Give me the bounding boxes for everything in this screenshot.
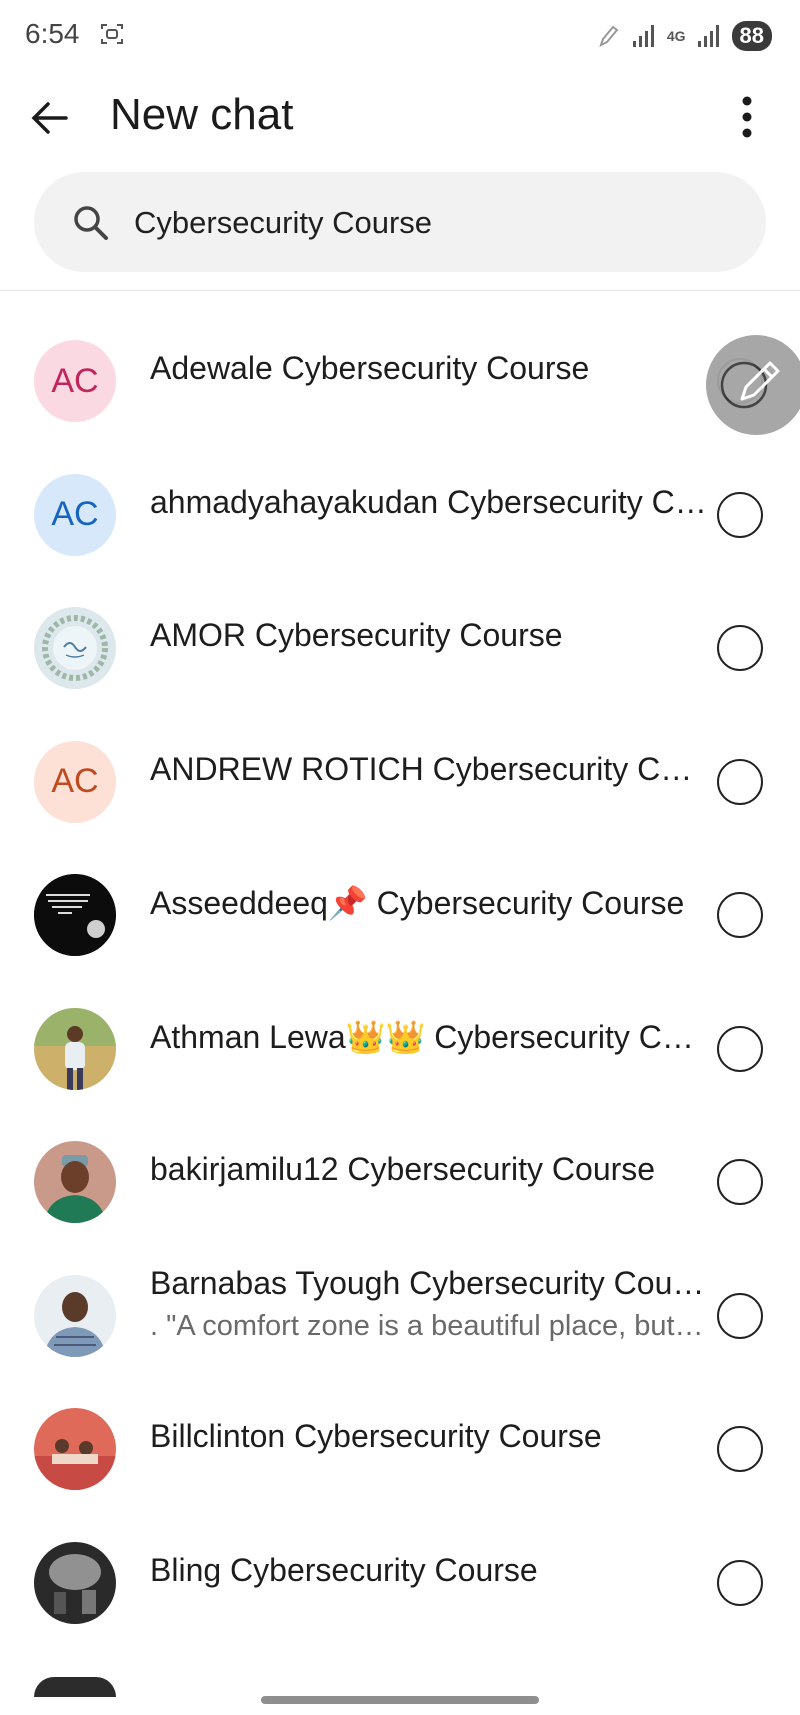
person-cap-photo-avatar bbox=[34, 1141, 116, 1223]
contact-row[interactable]: Asseeddeeq📌 Cybersecurity Course bbox=[0, 834, 800, 968]
back-arrow-icon[interactable] bbox=[26, 92, 78, 144]
avatar-initials: AC bbox=[51, 762, 99, 800]
person-field-photo-avatar bbox=[34, 1007, 116, 1090]
person-photo-icon bbox=[34, 1007, 116, 1090]
search-input[interactable] bbox=[134, 203, 724, 243]
contact-name: ahmadyahayakudan Cybersecurity Course bbox=[150, 483, 710, 520]
contact-name: Athman Lewa👑👑 Cybersecurity Course bbox=[150, 1018, 710, 1055]
select-radio[interactable] bbox=[717, 625, 763, 671]
select-radio[interactable] bbox=[717, 1159, 763, 1205]
contact-row[interactable]: Barnabas Tyough Cybersecurity Course . "… bbox=[0, 1235, 800, 1369]
search-bar[interactable] bbox=[34, 172, 766, 272]
divider bbox=[0, 290, 800, 291]
pencil-icon bbox=[720, 361, 780, 409]
contact-row[interactable]: Athman Lewa👑👑 Cybersecurity Course bbox=[0, 968, 800, 1102]
compose-fab[interactable] bbox=[706, 335, 800, 435]
contact-name: AMOR Cybersecurity Course bbox=[150, 617, 563, 653]
avatar: AC bbox=[34, 473, 116, 556]
floral-wreath-photo-avatar bbox=[34, 607, 116, 689]
contact-row[interactable]: AMOR Cybersecurity Course bbox=[0, 567, 800, 701]
contact-name: Bling Cybersecurity Course bbox=[150, 1551, 538, 1588]
select-radio[interactable] bbox=[717, 1559, 763, 1606]
contact-row[interactable]: Bling Cybersecurity Course bbox=[0, 1502, 800, 1636]
quote-photo-avatar bbox=[34, 874, 116, 956]
screenshot-icon bbox=[101, 24, 123, 44]
contact-status: . "A comfort zone is a beautiful place, … bbox=[150, 1309, 710, 1342]
person-photo-avatar bbox=[34, 1274, 116, 1357]
contact-name: Billclinton Cybersecurity Course bbox=[150, 1418, 602, 1454]
next-avatar-peek bbox=[34, 1677, 116, 1697]
contact-row[interactable]: AC ANDREW ROTICH Cybersecurity Course bbox=[0, 701, 800, 835]
signal-2-icon bbox=[697, 25, 719, 47]
person-photo-icon bbox=[34, 1141, 116, 1223]
signal-icon bbox=[632, 25, 654, 47]
select-radio[interactable] bbox=[717, 1292, 763, 1339]
pen-status-icon bbox=[599, 25, 619, 47]
contact-list: AC Adewale Cybersecurity Course AC ahmad… bbox=[0, 300, 800, 1635]
avatar-initials: AC bbox=[51, 495, 99, 533]
contact-row[interactable]: Billclinton Cybersecurity Course bbox=[0, 1368, 800, 1502]
contact-name: ANDREW ROTICH Cybersecurity Course bbox=[150, 750, 710, 787]
contact-name: bakirjamilu12 Cybersecurity Course bbox=[150, 1151, 656, 1187]
group-photo-icon bbox=[34, 1408, 116, 1490]
contact-row[interactable]: bakirjamilu12 Cybersecurity Course bbox=[0, 1101, 800, 1235]
select-radio[interactable] bbox=[717, 892, 763, 938]
floral-wreath-icon bbox=[34, 607, 116, 689]
contact-name: Barnabas Tyough Cybersecurity Course bbox=[150, 1264, 710, 1301]
select-radio[interactable] bbox=[717, 758, 763, 805]
status-bar: 6:54 4G 88 bbox=[0, 0, 800, 72]
select-radio[interactable] bbox=[717, 1025, 763, 1072]
search-icon bbox=[74, 206, 108, 240]
status-time: 6:54 bbox=[25, 18, 80, 49]
avatar: AC bbox=[34, 740, 116, 823]
avatar: AC bbox=[34, 340, 116, 422]
battery-level: 88 bbox=[731, 21, 772, 51]
contact-name: Asseeddeeq📌 Cybersecurity Course bbox=[150, 885, 685, 921]
home-indicator[interactable] bbox=[261, 1696, 539, 1704]
bw-photo-icon bbox=[34, 1541, 116, 1624]
bw-room-photo-avatar bbox=[34, 1541, 116, 1624]
quote-image-icon bbox=[34, 874, 116, 956]
page-title: New chat bbox=[110, 90, 294, 139]
contact-row[interactable]: AC Adewale Cybersecurity Course bbox=[0, 300, 800, 434]
select-radio[interactable] bbox=[717, 491, 763, 538]
contact-row[interactable]: AC ahmadyahayakudan Cybersecurity Course bbox=[0, 434, 800, 568]
avatar-initials: AC bbox=[51, 361, 99, 400]
contact-name: Adewale Cybersecurity Course bbox=[150, 350, 590, 386]
network-type: 4G bbox=[666, 28, 686, 44]
group-photo-avatar bbox=[34, 1408, 116, 1490]
app-bar: New chat bbox=[0, 72, 800, 162]
status-icons: 4G 88 bbox=[597, 20, 772, 52]
more-options-icon[interactable] bbox=[732, 92, 762, 142]
person-photo-icon bbox=[34, 1274, 116, 1357]
select-radio[interactable] bbox=[717, 1426, 763, 1472]
